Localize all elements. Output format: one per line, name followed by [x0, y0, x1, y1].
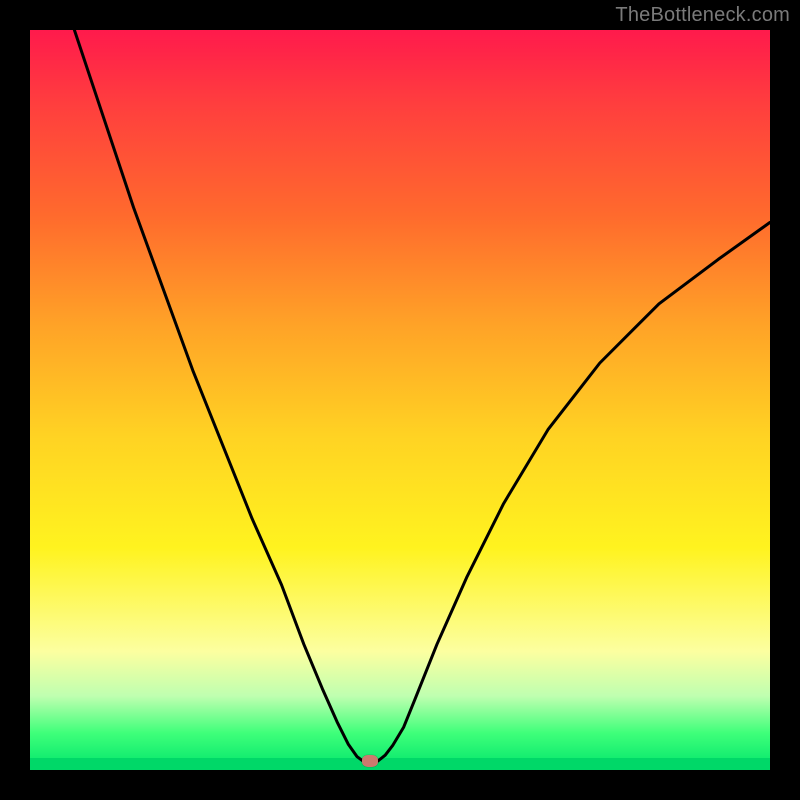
chart-green-band	[30, 758, 770, 770]
chart-area	[30, 30, 770, 770]
chart-frame: TheBottleneck.com	[0, 0, 800, 800]
bottleneck-curve	[74, 30, 770, 761]
optimum-marker	[362, 755, 378, 767]
watermark-text: TheBottleneck.com	[615, 4, 790, 27]
curve-svg	[30, 30, 770, 770]
